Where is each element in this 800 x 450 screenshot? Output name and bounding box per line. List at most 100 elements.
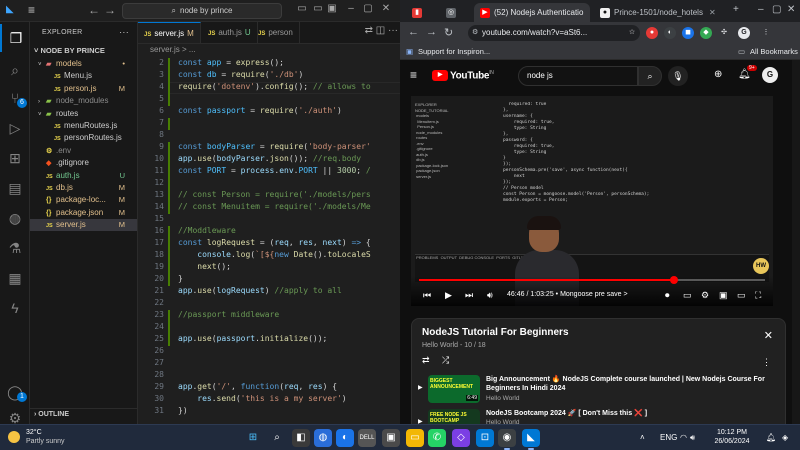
tree-item[interactable]: {} package.json M xyxy=(30,207,137,219)
code-line[interactable]: const logRequest = (req, res, next) => { xyxy=(178,238,371,247)
code-line[interactable]: app.use(passport.initialize()); xyxy=(178,334,327,343)
split-editor-icon[interactable]: ◫ xyxy=(376,25,385,36)
scrollbar[interactable] xyxy=(792,60,800,424)
volume-icon[interactable]: 🔊︎ xyxy=(690,433,695,443)
playlist-item[interactable]: ▶FREE NODE JS BOOTCAMP1:56NodeJS Bootcam… xyxy=(412,407,785,424)
autoplay-toggle[interactable]: ⏺ xyxy=(665,290,670,301)
bookmark-item[interactable]: Support for Inspiron... xyxy=(418,44,490,59)
root-folder[interactable]: ˅ NODE BY PRINCE xyxy=(30,44,137,58)
video-thumbnail[interactable]: FREE NODE JS BOOTCAMP1:56 xyxy=(428,409,480,424)
close-tab-icon[interactable]: ✕ xyxy=(589,8,590,17)
close-tab-icon[interactable]: ✕ xyxy=(709,8,716,17)
code-editor[interactable]: 2 const app = express(); 3 const db = requi… xyxy=(138,58,400,424)
extension-icon[interactable]: ◆ xyxy=(700,27,712,39)
show-hidden-icons[interactable]: ˄ xyxy=(640,433,645,442)
more-actions-icon[interactable]: ··· xyxy=(119,27,129,37)
code-line[interactable]: // const Menuitem = require('./models/Me xyxy=(178,202,371,211)
command-center[interactable]: ⌕ node by prince xyxy=(122,3,282,19)
maximize-button[interactable]: ▢ xyxy=(362,3,374,17)
tree-item[interactable]: JS server.js M xyxy=(30,219,137,232)
new-tab-icon[interactable]: + xyxy=(733,4,739,15)
progress-scrubber[interactable] xyxy=(670,276,678,284)
progress-bar[interactable] xyxy=(419,276,765,284)
docker-icon[interactable]: ▦ xyxy=(0,264,30,292)
search-icon[interactable]: ⌕ xyxy=(268,429,286,447)
tree-item[interactable]: JS auth.js U xyxy=(30,170,137,182)
chrome-taskbar-icon[interactable]: ◉ xyxy=(498,429,516,450)
site-info-icon[interactable]: ⚙ xyxy=(472,25,478,41)
tree-item[interactable]: {} package-loc... M xyxy=(30,194,137,206)
app-icon[interactable]: ▣ xyxy=(382,429,400,447)
code-line[interactable]: const db = require('./db') xyxy=(178,70,303,79)
maximize-button[interactable]: ▢ xyxy=(772,4,781,15)
previous-icon[interactable]: ⏮ xyxy=(423,290,431,301)
next-icon[interactable]: ⏭ xyxy=(465,290,473,301)
editor-tab[interactable]: JS person xyxy=(252,22,300,43)
tree-item[interactable]: ⚙ .env xyxy=(30,145,137,157)
search-icon[interactable]: ⌕ xyxy=(0,56,30,84)
code-line[interactable]: app.get('/', function(req, res) { xyxy=(178,382,337,391)
explorer-icon[interactable]: ❐ xyxy=(0,24,30,52)
settings-gear-icon[interactable]: ⚙ xyxy=(0,404,30,424)
all-bookmarks[interactable]: All Bookmarks xyxy=(750,44,798,59)
browser-tab[interactable]: ◎ xyxy=(440,3,470,22)
search-input[interactable]: node js xyxy=(518,66,638,86)
reload-icon[interactable]: ↻ xyxy=(444,26,453,39)
browser-tab[interactable]: ▮ xyxy=(406,3,436,22)
playlist-item[interactable]: ▶ BIGGEST ANNOUNCEMENT 6:49 Big Announcemen… xyxy=(412,373,785,405)
task-view-icon[interactable]: ◧ xyxy=(292,429,310,447)
fullscreen-icon[interactable]: ⛶ xyxy=(755,290,761,301)
create-video-icon[interactable]: ⊕ xyxy=(714,69,722,80)
testing-icon[interactable]: ⚗ xyxy=(0,234,30,262)
more-icon[interactable]: ··· xyxy=(388,25,398,36)
miniplayer-icon[interactable]: ▣ xyxy=(719,290,728,301)
more-options-icon[interactable]: ⋮ xyxy=(762,357,771,368)
chapter-label[interactable]: • Mongoose pre save > xyxy=(556,291,628,298)
extension-icon[interactable]: ◼ xyxy=(682,27,694,39)
code-line[interactable]: const app = express(); xyxy=(178,58,284,67)
start-windows-icon[interactable]: ⊞ xyxy=(244,429,262,447)
subtitles-icon[interactable]: ▭ xyxy=(683,290,692,301)
file-explorer-icon[interactable]: ▭ xyxy=(406,429,424,447)
run-debug-icon[interactable]: ▷ xyxy=(0,114,30,142)
tree-item[interactable]: JS person.js M xyxy=(30,83,137,95)
forward-arrow-icon[interactable]: → xyxy=(426,26,437,38)
chrome-menu-icon[interactable]: ⋮ xyxy=(760,27,772,39)
layout-sidebar-icon[interactable]: ▭ xyxy=(296,3,308,17)
code-line[interactable]: const passport = require('./auth') xyxy=(178,106,342,115)
tree-item[interactable]: ˅ ▰ models • xyxy=(30,58,137,70)
playlist-title[interactable]: NodeJS Tutorial For Beginners xyxy=(422,327,569,338)
tree-item[interactable]: ˅ ▰ routes xyxy=(30,108,137,120)
app-icon[interactable]: ◇ xyxy=(452,429,470,447)
video-thumbnail[interactable]: BIGGEST ANNOUNCEMENT 6:49 xyxy=(428,375,480,403)
language-indicator[interactable]: ENG xyxy=(660,433,677,442)
youtube-logo[interactable]: ▶ YouTubeIN xyxy=(432,70,494,82)
bookmark-star-icon[interactable]: ☆ xyxy=(626,27,638,39)
edge-browser-icon[interactable]: ◐ xyxy=(336,429,354,447)
source-control-icon[interactable]: ⑂ 6 xyxy=(0,84,30,112)
code-line[interactable]: const bodyParser = require('body-parser' xyxy=(178,142,371,151)
back-arrow-icon[interactable]: ← xyxy=(408,26,419,38)
tree-item[interactable]: JS menuRoutes.js xyxy=(30,120,137,132)
tree-item[interactable]: JS db.js M xyxy=(30,182,137,194)
minimize-button[interactable]: – xyxy=(345,3,357,17)
close-icon[interactable]: ✕ xyxy=(764,329,773,342)
code-line[interactable]: next(); xyxy=(178,262,231,271)
layout-customize-icon[interactable]: ▣ xyxy=(326,3,338,17)
code-line[interactable]: console.log(`[${new Date().toLocaleS xyxy=(178,250,370,259)
outline-section[interactable]: › OUTLINE xyxy=(30,408,138,422)
channel-name[interactable]: Hello World xyxy=(486,395,519,402)
widgets-icon[interactable]: ◍ xyxy=(314,429,332,447)
store-icon[interactable]: ⊡ xyxy=(476,429,494,447)
browser-tab[interactable]: ▶ (52) Nodejs Authenticatio ✕ xyxy=(474,3,590,22)
code-line[interactable]: app.use(logRequest) //apply to all xyxy=(178,286,342,295)
code-line[interactable]: }) xyxy=(178,406,188,415)
notification-bell-icon[interactable]: 🔔︎ xyxy=(766,433,776,442)
video-title[interactable]: NodeJS Bootcamp 2024 🚀 [ Don't Miss this… xyxy=(486,409,776,418)
forward-arrow-icon[interactable]: → xyxy=(104,3,116,17)
code-line[interactable]: // const Person = require('./models/pers xyxy=(178,190,371,199)
loop-icon[interactable]: ⇄ xyxy=(422,355,430,366)
play-icon[interactable]: ▶ xyxy=(445,290,452,301)
browser-tab[interactable]: ● Prince-1501/node_hotels ✕ xyxy=(594,3,718,22)
extensions-puzzle-icon[interactable]: ✣ xyxy=(718,27,730,39)
